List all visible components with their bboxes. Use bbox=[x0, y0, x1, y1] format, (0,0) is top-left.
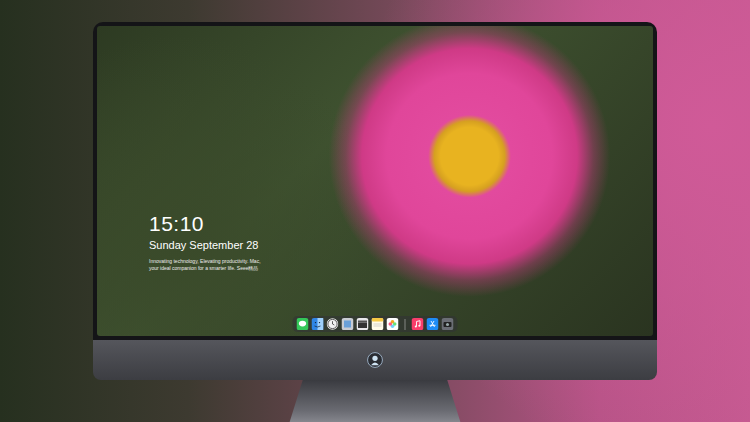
finder-icon[interactable] bbox=[312, 318, 324, 330]
photos-icon[interactable] bbox=[387, 318, 399, 330]
lock-screen-info: 15:10 Sunday September 28 Innovating tec… bbox=[149, 212, 267, 271]
monitor-chin bbox=[93, 340, 657, 380]
dock-separator bbox=[405, 319, 406, 330]
clock-date: Sunday September 28 bbox=[149, 238, 267, 252]
preview-icon[interactable] bbox=[342, 318, 354, 330]
monitor-stand bbox=[289, 380, 461, 422]
desktop-mockup: 15:10 Sunday September 28 Innovating tec… bbox=[0, 0, 750, 422]
messages-icon[interactable] bbox=[297, 318, 309, 330]
clock-time: 15:10 bbox=[149, 212, 267, 235]
brand-logo-icon bbox=[367, 352, 383, 368]
app-store-icon[interactable] bbox=[427, 318, 439, 330]
music-icon[interactable] bbox=[412, 318, 424, 330]
monitor-bezel: 15:10 Sunday September 28 Innovating tec… bbox=[93, 22, 657, 340]
camera-icon[interactable] bbox=[442, 318, 454, 330]
dock bbox=[293, 316, 458, 332]
clock-icon[interactable] bbox=[327, 318, 339, 330]
clapperboard-icon[interactable] bbox=[357, 318, 369, 330]
monitor: 15:10 Sunday September 28 Innovating tec… bbox=[93, 22, 657, 422]
wallpaper: 15:10 Sunday September 28 Innovating tec… bbox=[97, 26, 653, 336]
tagline: Innovating technology, Elevating product… bbox=[149, 258, 267, 271]
notes-icon[interactable] bbox=[372, 318, 384, 330]
